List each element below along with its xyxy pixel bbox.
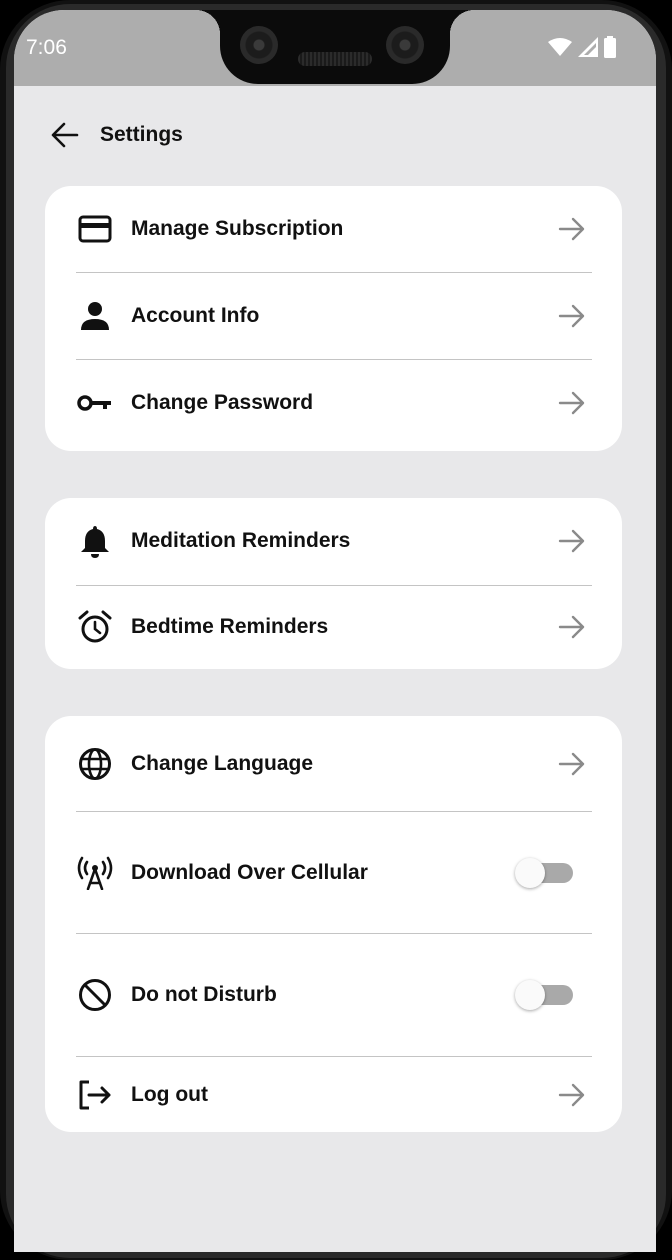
wifi-icon bbox=[548, 38, 572, 56]
settings-row-label: Account Info bbox=[131, 304, 260, 327]
settings-row-manage-subscription[interactable]: Manage Subscription bbox=[45, 186, 622, 272]
header: Settings bbox=[50, 120, 183, 150]
screen: 7:06 Settings Manage Subscription Accoun… bbox=[14, 10, 656, 1252]
settings-row-bedtime-reminders[interactable]: Bedtime Reminders bbox=[45, 586, 622, 668]
page-title: Settings bbox=[100, 123, 183, 146]
settings-row-label: Meditation Reminders bbox=[131, 529, 351, 552]
chevron-arrow-icon bbox=[558, 304, 585, 328]
account-settings-card: Manage Subscription Account Info Change … bbox=[45, 186, 622, 451]
do-not-disturb-toggle[interactable] bbox=[515, 980, 573, 1010]
cell-tower-icon bbox=[77, 855, 113, 891]
chevron-arrow-icon bbox=[558, 217, 585, 241]
battery-icon bbox=[604, 36, 616, 58]
chevron-arrow-icon bbox=[558, 752, 585, 776]
settings-row-label: Change Language bbox=[131, 752, 314, 775]
settings-row-do-not-disturb: Do not Disturb bbox=[45, 934, 622, 1056]
person-icon bbox=[77, 298, 113, 334]
credit-card-icon bbox=[77, 211, 113, 247]
settings-row-label: Do not Disturb bbox=[131, 983, 277, 1006]
settings-row-label: Bedtime Reminders bbox=[131, 615, 329, 638]
logout-icon bbox=[77, 1077, 113, 1113]
toggle-thumb bbox=[515, 980, 545, 1010]
settings-row-log-out[interactable]: Log out bbox=[45, 1057, 622, 1133]
reminders-card: Meditation Reminders Bedtime Reminders bbox=[45, 498, 622, 669]
earpiece-speaker bbox=[298, 52, 372, 66]
settings-row-label: Download Over Cellular bbox=[131, 861, 368, 884]
front-camera-left bbox=[240, 26, 278, 64]
camera-notch bbox=[196, 10, 474, 84]
preferences-card: Change Language Download Over Cellular D… bbox=[45, 716, 622, 1132]
chevron-arrow-icon bbox=[558, 529, 585, 553]
toggle-thumb bbox=[515, 858, 545, 888]
back-arrow-icon[interactable] bbox=[50, 120, 80, 150]
status-time: 7:06 bbox=[26, 36, 67, 59]
key-icon bbox=[77, 385, 113, 421]
settings-row-label: Manage Subscription bbox=[131, 217, 344, 240]
settings-row-label: Log out bbox=[131, 1083, 208, 1106]
do-not-disturb-icon bbox=[77, 977, 113, 1013]
settings-row-change-language[interactable]: Change Language bbox=[45, 716, 622, 812]
alarm-clock-icon bbox=[77, 609, 113, 645]
download-over-cellular-toggle[interactable] bbox=[515, 858, 573, 888]
globe-icon bbox=[77, 746, 113, 782]
chevron-arrow-icon bbox=[558, 1083, 585, 1107]
chevron-arrow-icon bbox=[558, 391, 585, 415]
settings-row-meditation-reminders[interactable]: Meditation Reminders bbox=[45, 498, 622, 584]
front-camera-right bbox=[386, 26, 424, 64]
status-icons bbox=[548, 36, 616, 58]
bell-icon bbox=[77, 523, 113, 559]
settings-row-download-over-cellular: Download Over Cellular bbox=[45, 812, 622, 934]
settings-row-label: Change Password bbox=[131, 391, 314, 414]
settings-row-account-info[interactable]: Account Info bbox=[45, 273, 622, 359]
chevron-arrow-icon bbox=[558, 615, 585, 639]
settings-row-change-password[interactable]: Change Password bbox=[45, 360, 622, 446]
cell-signal-icon bbox=[578, 37, 598, 57]
